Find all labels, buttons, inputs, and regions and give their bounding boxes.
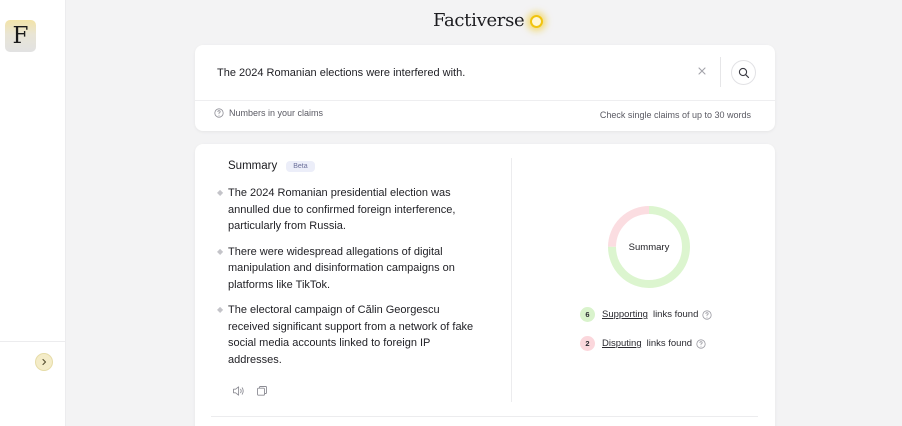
result-card: Summary Beta ◆ The 2024 Romanian preside… (195, 144, 775, 426)
disputing-suffix: links found (646, 338, 693, 349)
search-icon (738, 67, 749, 78)
summary-header: Summary Beta (228, 160, 315, 172)
numbers-hint[interactable]: Numbers in your claims (214, 108, 323, 118)
summary-bullet: ◆ There were widespread allegations of d… (217, 244, 482, 294)
help-circle-icon[interactable] (702, 309, 712, 320)
close-icon (698, 67, 706, 75)
summary-bullet-text: The electoral campaign of Călin Georgesc… (228, 304, 474, 366)
search-divider (195, 100, 775, 101)
search-button[interactable] (731, 60, 756, 85)
supporting-count-badge: 6 (580, 307, 595, 322)
summary-bullet: ◆ The 2024 Romanian presidential electio… (217, 185, 482, 235)
disputing-count-badge: 2 (580, 336, 595, 351)
claim-input[interactable] (217, 63, 667, 83)
sidebar-divider (0, 341, 65, 342)
expand-sidebar-button[interactable] (35, 353, 53, 371)
supporting-link[interactable]: Supporting (602, 309, 648, 320)
disputing-links-row: 2 Disputing links found (580, 336, 706, 351)
help-circle-icon[interactable] (696, 338, 706, 349)
summary-bullet: ◆ The electoral campaign of Călin George… (217, 302, 482, 368)
speaker-icon (232, 386, 244, 396)
logo-letter: F (12, 23, 29, 49)
brand-header: Factiverse (433, 8, 544, 32)
donut-center-label: Summary (628, 241, 670, 253)
bullet-marker: ◆ (217, 188, 224, 197)
bullet-marker: ◆ (217, 305, 224, 314)
summary-bullet-text: There were widespread allegations of dig… (228, 245, 455, 291)
brand-name: Factiverse (433, 9, 525, 31)
search-card: Numbers in your claims Check single clai… (195, 45, 775, 131)
search-separator (720, 57, 721, 87)
sidebar: F (0, 0, 66, 426)
disputing-link[interactable]: Disputing (602, 338, 642, 349)
bullet-marker: ◆ (217, 246, 224, 256)
supporting-links-row: 6 Supporting links found (580, 307, 712, 322)
summary-bullet-text: The 2024 Romanian presidential election … (228, 187, 456, 232)
word-limit-hint: Check single claims of up to 30 words (599, 110, 751, 120)
clear-button[interactable] (695, 64, 709, 78)
summary-bullets: ◆ The 2024 Romanian presidential electio… (217, 185, 482, 377)
summary-title: Summary (228, 160, 278, 172)
chevron-right-icon (42, 358, 47, 366)
supporting-suffix: links found (652, 309, 699, 320)
numbers-hint-label: Numbers in your claims (229, 108, 324, 118)
read-aloud-button[interactable] (231, 384, 245, 398)
sun-icon (530, 14, 544, 28)
beta-badge: Beta (286, 160, 315, 172)
copy-icon (257, 386, 267, 396)
factiverse-logo[interactable]: F (5, 20, 36, 52)
column-divider (511, 158, 512, 402)
summary-actions (231, 384, 269, 398)
card-bottom-divider (211, 416, 758, 417)
help-circle-icon (214, 108, 224, 118)
copy-button[interactable] (255, 384, 269, 398)
